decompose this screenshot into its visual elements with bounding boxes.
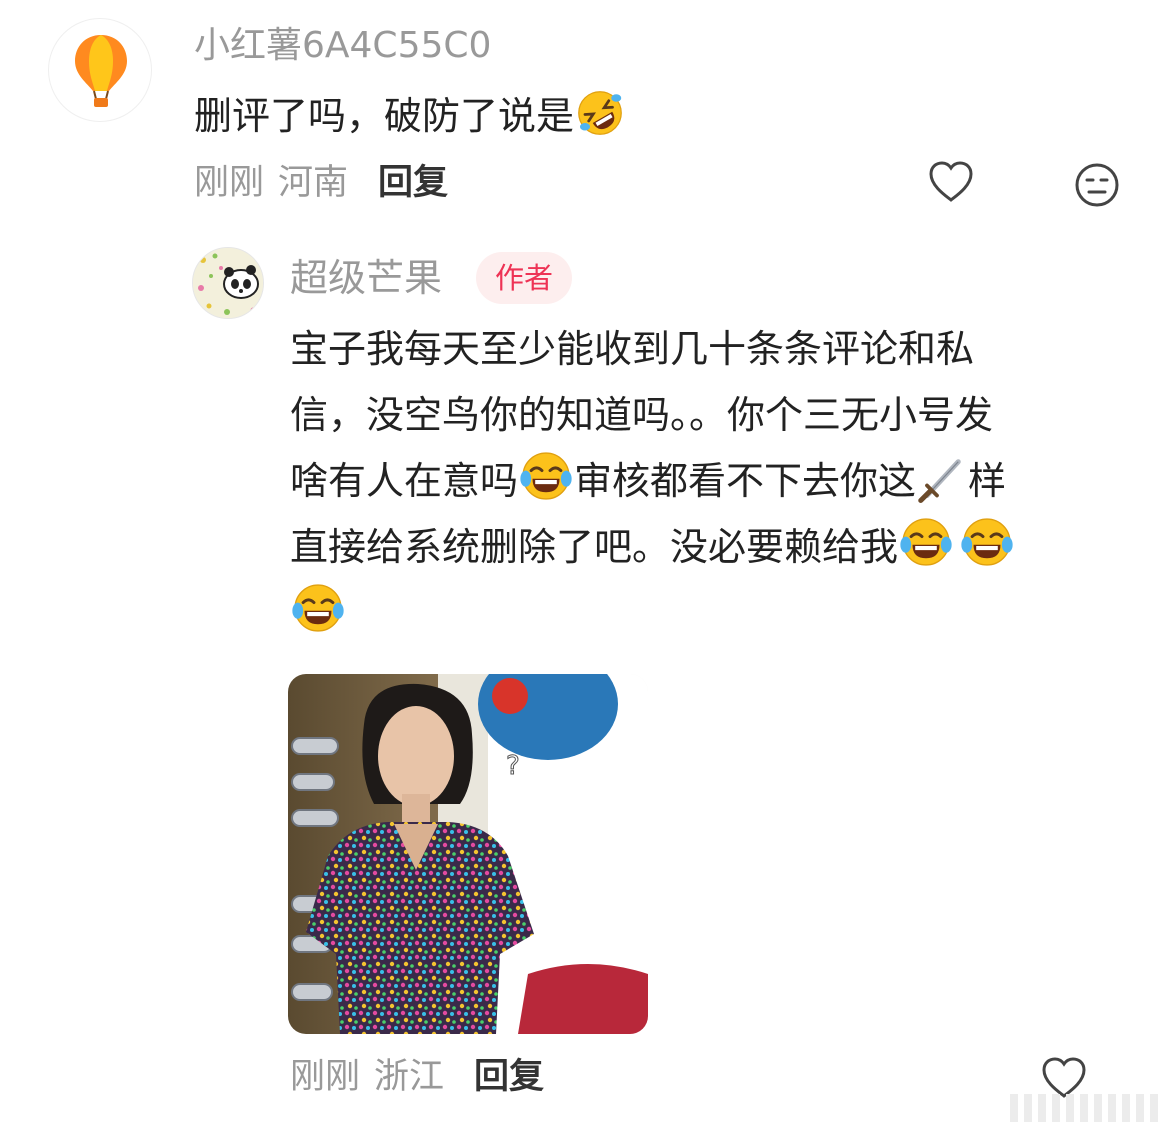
meme-photo: ? <box>288 674 648 1034</box>
author-badge: 作者 <box>476 252 572 304</box>
reply-text-segment: 啥有人在意吗 <box>290 459 519 503</box>
panda-cartoon-icon <box>193 248 263 318</box>
comment-username[interactable]: 小红薯6A4C55C0 <box>194 22 491 70</box>
reply-text: 宝子我每天至少能收到几十条条评论和私 信，没空鸟你的知道吗。。你个三无小号发 啥… <box>290 316 1110 646</box>
hot-air-balloon-icon <box>75 35 127 107</box>
dagger-emoji <box>917 453 967 503</box>
reply-button[interactable]: 回复 <box>378 163 448 203</box>
reply-username[interactable]: 超级芒果 <box>290 252 442 304</box>
reply-text-line: 直接给系统删除了吧。没必要赖给我 <box>290 514 1110 580</box>
reply-text-segment: 样 <box>968 459 1007 503</box>
rolling-on-floor-laughing-emoji <box>575 88 625 138</box>
reply-text-line <box>290 580 1110 646</box>
reply-text-line: 信，没空鸟你的知道吗。。你个三无小号发 <box>290 393 994 437</box>
avatar[interactable] <box>48 18 152 122</box>
reply-text-line: 宝子我每天至少能收到几十条条评论和私 <box>290 327 975 371</box>
face-with-tears-of-joy-emoji <box>899 515 953 569</box>
question-mark: ? <box>506 751 520 781</box>
face-with-tears-of-joy-emoji <box>291 581 345 635</box>
face-with-tears-of-joy-emoji <box>519 449 573 503</box>
watermark-bars <box>1010 1094 1160 1126</box>
reply-time: 刚刚 <box>290 1057 361 1097</box>
reply-text-segment: 直接给系统删除了吧。没必要赖给我 <box>290 525 899 569</box>
heart-outline-icon[interactable] <box>928 160 974 208</box>
reply-button[interactable]: 回复 <box>474 1057 544 1097</box>
avatar[interactable] <box>192 247 264 319</box>
unamused-face-icon[interactable] <box>1074 162 1120 212</box>
comment-time: 刚刚 <box>194 163 265 203</box>
reply-location: 浙江 <box>374 1057 445 1097</box>
comment-location: 河南 <box>278 163 349 203</box>
reply-text-segment: 审核都看不下去你这 <box>574 459 917 503</box>
comment-text: 删评了吗，破防了说是 <box>194 88 626 143</box>
face-with-tears-of-joy-emoji <box>960 515 1014 569</box>
comment-meta: 刚刚 河南 回复 <box>194 160 448 206</box>
reply-image[interactable]: ? <box>288 674 648 1034</box>
reply-text-line: 啥有人在意吗 审核都看不下去你这 样 <box>290 448 1110 514</box>
comment-text-body: 删评了吗，破防了说是 <box>194 94 575 138</box>
reply-meta: 刚刚 浙江 回复 <box>290 1054 544 1100</box>
